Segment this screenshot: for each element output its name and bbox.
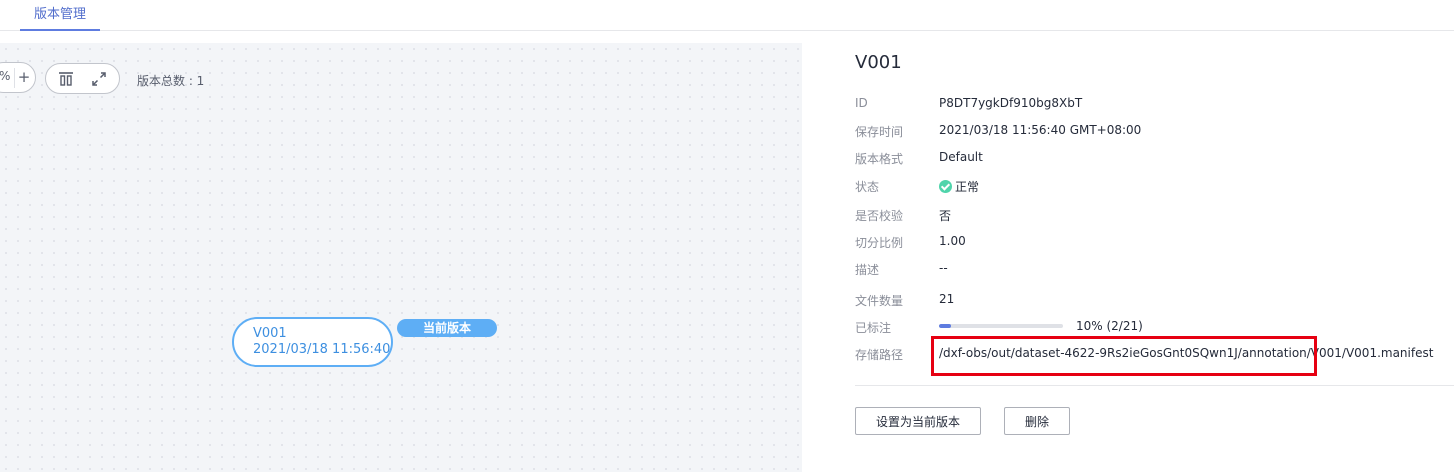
detail-value: 2021/03/18 11:56:40 GMT+08:00 — [939, 123, 1142, 137]
version-node[interactable]: V001 2021/03/18 11:56:40 — [232, 317, 393, 367]
tab-bar: 版本管理 — [0, 0, 1454, 31]
zoom-control: % + — [0, 62, 36, 93]
detail-value: Default — [939, 150, 983, 164]
check-circle-icon — [939, 180, 952, 193]
version-graph-canvas[interactable]: % + 版本总数 : 1 V001 2021/03/18 11:56:40 当前… — [0, 43, 802, 472]
labeled-progress-fill — [939, 324, 952, 328]
status-value: 正常 — [939, 178, 979, 195]
zoom-divider — [14, 68, 15, 88]
detail-value: P8DT7ygkDf910bg8XbT — [939, 96, 1083, 110]
detail-row-verified: 是否校验 否 — [855, 205, 1445, 225]
detail-title: V001 — [855, 52, 902, 73]
current-version-badge: 当前版本 — [397, 319, 497, 337]
view-tools — [45, 63, 120, 94]
delete-button[interactable]: 删除 — [1004, 407, 1070, 435]
detail-row-storage-path: 存储路径 /dxf-obs/out/dataset-4622-9Rs2ieGos… — [855, 344, 1445, 364]
detail-label: 存储路径 — [855, 348, 904, 362]
set-current-version-button[interactable]: 设置为当前版本 — [855, 407, 981, 435]
detail-row-save-time: 保存时间 2021/03/18 11:56:40 GMT+08:00 — [855, 121, 1445, 141]
detail-value: 1.00 — [939, 234, 966, 248]
labeled-progress-bar — [939, 324, 1063, 328]
detail-row-labeled: 已标注 10% (2/21) — [855, 317, 1445, 337]
detail-row-split-ratio: 切分比例 1.00 — [855, 232, 1445, 252]
version-node-time: 2021/03/18 11:56:40 — [253, 342, 391, 357]
detail-label: 版本格式 — [855, 152, 904, 166]
detail-label: 文件数量 — [855, 294, 904, 308]
detail-divider — [855, 385, 1454, 386]
detail-row-file-count: 文件数量 21 — [855, 290, 1445, 310]
tab-version-management[interactable]: 版本管理 — [20, 0, 100, 31]
detail-label: 描述 — [855, 263, 880, 277]
detail-label: 是否校验 — [855, 209, 904, 223]
detail-value: -- — [939, 261, 948, 275]
align-top-icon[interactable] — [54, 68, 78, 90]
status-text: 正常 — [955, 180, 980, 194]
zoom-in-button[interactable]: + — [17, 67, 31, 87]
detail-value: 否 — [939, 209, 952, 223]
detail-row-description: 描述 -- — [855, 259, 1445, 279]
fullscreen-icon[interactable] — [87, 68, 111, 90]
version-node-name: V001 — [253, 326, 287, 341]
detail-row-status: 状态 正常 — [855, 176, 1445, 196]
detail-row-format: 版本格式 Default — [855, 148, 1445, 168]
labeled-progress-text: 10% (2/21) — [1076, 319, 1143, 333]
version-total-count: 版本总数 : 1 — [137, 74, 205, 88]
detail-label: ID — [855, 96, 868, 110]
detail-label: 已标注 — [855, 321, 892, 335]
zoom-percent: % — [0, 69, 11, 83]
detail-label: 保存时间 — [855, 125, 904, 139]
detail-row-id: ID P8DT7ygkDf910bg8XbT — [855, 94, 1445, 114]
detail-label: 切分比例 — [855, 236, 904, 250]
storage-path-value: /dxf-obs/out/dataset-4622-9Rs2ieGosGnt0S… — [939, 346, 1434, 360]
detail-value: 21 — [939, 292, 955, 306]
detail-label: 状态 — [855, 180, 880, 194]
